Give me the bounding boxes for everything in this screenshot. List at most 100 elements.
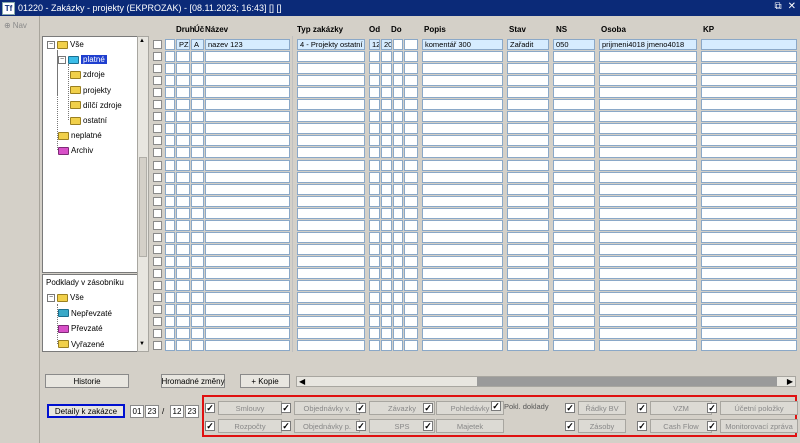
grid-cell-extra2[interactable] [404,171,418,183]
grid-cell-typ[interactable] [297,304,365,316]
grid-cell-ns[interactable] [553,219,595,231]
grid-cell-ns[interactable] [553,255,595,267]
grid-cell-extra2[interactable] [404,195,418,207]
period-from-month[interactable]: 01 [130,405,144,418]
grid-cell-druh[interactable] [176,243,190,255]
grid-cell-osoba[interactable] [599,243,697,255]
column-header-nazev[interactable]: Název [205,25,228,34]
grid-cell-do[interactable] [381,292,392,304]
grid-cell-extra2[interactable] [404,39,418,50]
grid-cell-stav[interactable] [507,63,549,75]
grid-cell-typ[interactable] [297,316,365,328]
row-checkbox[interactable] [153,40,162,49]
grid-cell-do[interactable] [381,87,392,99]
grid-cell-do[interactable] [381,51,392,63]
grid-cell-extra2[interactable] [404,304,418,316]
module-checkbox[interactable]: ✓ [565,403,575,413]
row-checkbox[interactable] [153,184,162,194]
grid-cell-uc[interactable] [191,171,204,183]
grid-cell-extra1[interactable] [393,39,403,50]
grid-cell-ns[interactable] [553,195,595,207]
module-button[interactable]: Smlouvy [218,401,282,415]
grid-cell-nazev[interactable] [205,280,290,291]
grid-cell-druh[interactable] [176,75,190,87]
kopie-button[interactable]: + Kopie [240,374,290,388]
grid-cell-od[interactable] [369,340,380,352]
grid-cell-nazev[interactable] [205,316,290,328]
row-checkbox[interactable] [153,293,162,303]
grid-cell-ns[interactable] [553,207,595,219]
grid-cell-kp[interactable] [701,280,797,291]
row-checkbox[interactable] [153,52,162,62]
grid-cell-osoba[interactable] [599,267,697,279]
grid-cell-nazev[interactable] [205,328,290,340]
grid-cell-druh[interactable] [176,183,190,195]
grid-cell-extra1[interactable] [393,267,403,279]
grid-cell-od[interactable] [369,171,380,183]
grid-cell-uc[interactable] [191,340,204,352]
grid-cell-druh[interactable] [176,51,190,63]
row-checkbox[interactable] [153,76,162,86]
grid-cell-od[interactable] [369,255,380,267]
grid-cell-osoba[interactable] [599,159,697,171]
column-header-do[interactable]: Do [391,25,402,34]
grid-cell-od[interactable] [369,195,380,207]
grid-cell-extra2[interactable] [404,63,418,75]
tree-item[interactable]: Archiv [58,146,93,155]
column-header-stav[interactable]: Stav [509,25,526,34]
grid-cell-nazev[interactable] [205,267,290,279]
grid-cell-popis[interactable] [422,243,503,255]
scroll-right-arrow[interactable]: ▶ [787,377,793,386]
grid-cell-od[interactable] [369,231,380,243]
grid-cell-extra1[interactable] [393,171,403,183]
module-button[interactable]: VZM [650,401,712,415]
grid-cell-od[interactable] [369,99,380,111]
grid-cell-uc[interactable]: A [191,39,204,50]
grid-cell-extra1[interactable] [393,159,403,171]
grid-cell-typ[interactable] [297,267,365,279]
grid-cell-extra1[interactable] [393,316,403,328]
grid-cell-typ[interactable] [297,87,365,99]
grid-cell-stav[interactable] [507,243,549,255]
grid-cell-popis[interactable] [422,340,503,352]
grid-cell-typ[interactable] [297,207,365,219]
grid-cell-do[interactable] [381,159,392,171]
restore-icon[interactable]: ⧉ [774,1,781,12]
row-flag-cell[interactable] [165,159,175,171]
row-checkbox[interactable] [153,329,162,339]
grid-cell-od[interactable] [369,183,380,195]
grid-cell-do[interactable] [381,207,392,219]
grid-cell-do[interactable] [381,304,392,316]
grid-cell-do[interactable] [381,183,392,195]
grid-cell-uc[interactable] [191,280,204,291]
grid-cell-popis[interactable] [422,147,503,159]
grid-cell-extra1[interactable] [393,51,403,63]
grid-cell-extra2[interactable] [404,111,418,123]
column-header-ns[interactable]: NS [556,25,567,34]
grid-cell-extra2[interactable] [404,316,418,328]
grid-cell-uc[interactable] [191,63,204,75]
grid-cell-ns[interactable] [553,159,595,171]
column-header-uc[interactable]: Úč [194,25,204,34]
grid-cell-ns[interactable] [553,63,595,75]
grid-cell-od[interactable] [369,219,380,231]
grid-cell-uc[interactable] [191,99,204,111]
row-flag-cell[interactable] [165,51,175,63]
row-flag-cell[interactable] [165,171,175,183]
grid-cell-od[interactable] [369,135,380,147]
grid-cell-typ[interactable] [297,75,365,87]
grid-cell-typ[interactable] [297,63,365,75]
grid-cell-od[interactable] [369,87,380,99]
grid-cell-osoba[interactable]: prijmeni4018 jmeno4018 [599,39,697,50]
grid-cell-stav[interactable] [507,123,549,135]
grid-cell-uc[interactable] [191,231,204,243]
grid-cell-kp[interactable] [701,75,797,87]
module-checkbox[interactable]: ✓ [281,421,291,431]
grid-cell-extra1[interactable] [393,135,403,147]
collapse-toggle-icon[interactable]: − [47,40,55,49]
grid-cell-typ[interactable] [297,195,365,207]
grid-cell-extra2[interactable] [404,159,418,171]
row-checkbox[interactable] [153,112,162,122]
grid-cell-stav[interactable] [507,51,549,63]
grid-cell-extra2[interactable] [404,267,418,279]
